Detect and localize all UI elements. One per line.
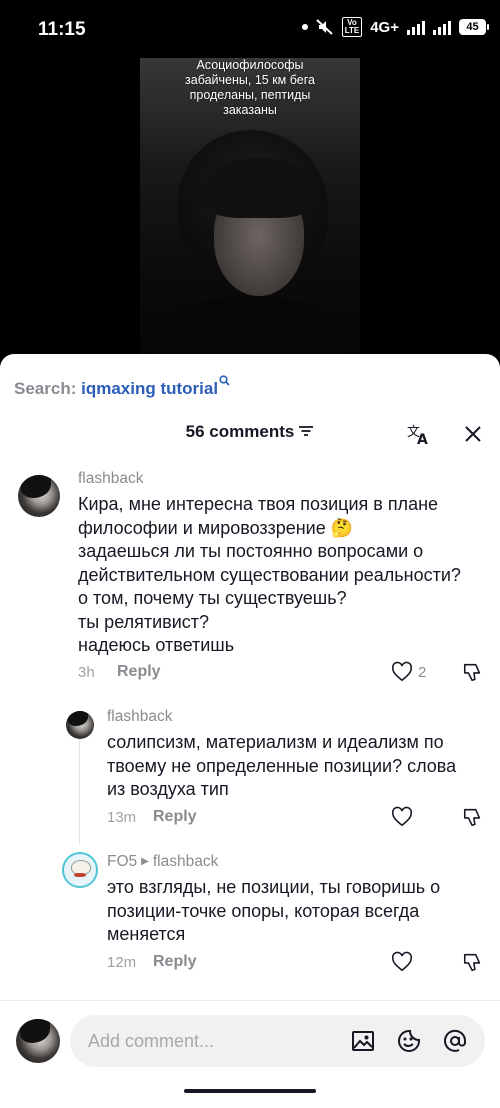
comment-text: это взгляды, не позиции, ты говоришь о п… bbox=[107, 877, 441, 944]
status-icons: Vo LTE 4G+ 45 bbox=[301, 17, 489, 37]
network-type: 4G+ bbox=[370, 18, 399, 36]
comment-time: 12m bbox=[107, 954, 137, 971]
like-count: 2 bbox=[418, 664, 427, 681]
heart-icon[interactable] bbox=[391, 806, 413, 828]
thumbs-down-icon[interactable] bbox=[462, 806, 484, 828]
avatar[interactable] bbox=[18, 475, 60, 517]
status-time: 11:15 bbox=[38, 19, 86, 40]
reply-button[interactable]: Reply bbox=[153, 953, 197, 971]
home-indicator[interactable] bbox=[184, 1089, 316, 1093]
comment-username[interactable]: FO5 ▶ flashback bbox=[107, 853, 218, 871]
reply-arrow-icon: ▶ bbox=[141, 856, 149, 867]
translate-icon[interactable]: 文 A bbox=[406, 422, 430, 446]
comments-header: 56 comments 文 A bbox=[0, 422, 500, 446]
emoji-icon[interactable] bbox=[396, 1028, 422, 1054]
reply-button[interactable]: Reply bbox=[153, 808, 197, 826]
mute-icon bbox=[316, 19, 333, 35]
search-term[interactable]: iqmaxing tutorial bbox=[81, 379, 218, 398]
comment-text: солипсизм, материализм и идеализм по тво… bbox=[107, 732, 457, 799]
at-icon[interactable] bbox=[442, 1028, 468, 1054]
avatar[interactable] bbox=[66, 711, 94, 739]
svg-text:A: A bbox=[417, 432, 428, 446]
heart-icon[interactable] bbox=[391, 951, 413, 973]
comment-username[interactable]: flashback bbox=[107, 708, 172, 726]
thumbs-down-icon[interactable] bbox=[462, 661, 484, 683]
video-caption: Асоциофилософы забайчены, 15 км бега про… bbox=[185, 58, 315, 117]
comment-input-bar: Add comment... bbox=[0, 1000, 500, 1108]
thumbs-down-icon[interactable] bbox=[462, 951, 484, 973]
comment-time: 3h bbox=[78, 664, 95, 681]
comment-input[interactable]: Add comment... bbox=[70, 1015, 485, 1067]
search-label: Search: bbox=[14, 379, 77, 398]
comment-text: Кира, мне интересна твоя позиция в плане… bbox=[78, 494, 461, 655]
search-suggestion[interactable]: Search: iqmaxing tutorial bbox=[14, 375, 230, 399]
video-preview[interactable]: Асоциофилософы забайчены, 15 км бега про… bbox=[140, 58, 360, 368]
image-icon[interactable] bbox=[350, 1028, 376, 1054]
signal-1-icon bbox=[407, 19, 425, 35]
comment-placeholder: Add comment... bbox=[88, 1031, 215, 1051]
heart-icon[interactable] bbox=[391, 661, 413, 683]
avatar[interactable] bbox=[62, 852, 98, 888]
user-avatar[interactable] bbox=[16, 1019, 60, 1063]
battery-icon: 45 bbox=[459, 19, 489, 35]
comment-username[interactable]: flashback bbox=[78, 470, 143, 488]
reply-button[interactable]: Reply bbox=[117, 663, 161, 681]
comments-sheet: Search: iqmaxing tutorial 56 comments 文 … bbox=[0, 354, 500, 1108]
search-icon bbox=[219, 375, 230, 386]
thread-divider bbox=[79, 724, 80, 844]
filter-icon[interactable] bbox=[298, 423, 314, 443]
close-icon[interactable] bbox=[462, 423, 484, 445]
notification-dot-icon bbox=[301, 24, 308, 30]
status-bar: 11:15 Vo LTE 4G+ 45 bbox=[0, 0, 500, 58]
signal-2-icon bbox=[433, 19, 451, 35]
comment-time: 13m bbox=[107, 809, 137, 826]
volte-badge: Vo LTE bbox=[341, 17, 363, 37]
